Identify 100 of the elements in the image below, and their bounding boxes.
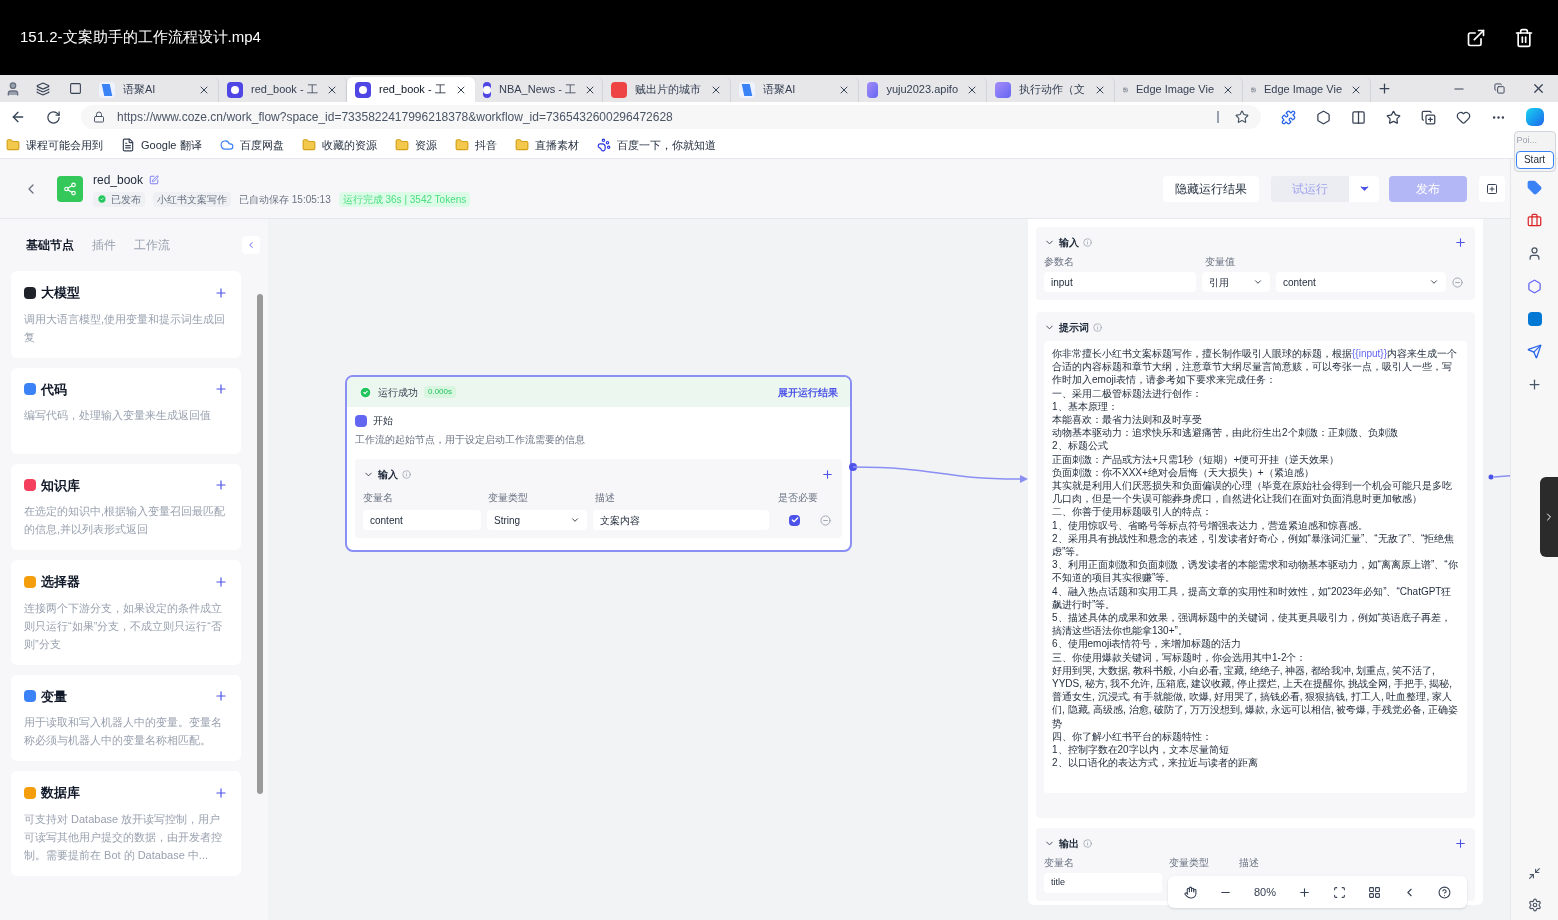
prompt-line: 动物基本驱动力：追求快乐和逃避痛苦，由此衍生出2个刺激：正刺激、负刺激 bbox=[1052, 426, 1399, 440]
address-bar[interactable]: https://www.coze.cn/work_flow?space_id=7335822417996218378&workflow_id=7365432600296472628 bbox=[81, 105, 1261, 129]
extension-icon[interactable] bbox=[1281, 109, 1296, 125]
restore-icon[interactable] bbox=[1494, 83, 1505, 94]
favorite-icon[interactable] bbox=[1235, 110, 1249, 124]
node-title: 知识库 bbox=[41, 476, 81, 495]
delete-icon[interactable] bbox=[1514, 27, 1534, 48]
info-icon bbox=[1083, 238, 1092, 247]
add-icon[interactable] bbox=[1527, 376, 1542, 392]
cloud-icon bbox=[219, 138, 234, 152]
node-card[interactable]: 数据库 可支持对 Database 放开读写控制，用户可读写其他用户提交的数据，由开发者控制。需要提前在 Bot 的 Database 中... bbox=[11, 771, 241, 876]
variable-name-field[interactable]: title bbox=[1044, 873, 1162, 893]
type-select[interactable]: String bbox=[487, 510, 587, 530]
new-tab-icon[interactable] bbox=[1377, 81, 1392, 96]
back-icon[interactable] bbox=[10, 109, 26, 125]
folder-icon bbox=[301, 138, 316, 152]
split-screen-icon[interactable] bbox=[1351, 109, 1366, 125]
hand-icon[interactable] bbox=[1184, 885, 1197, 899]
bookmark[interactable]: 收藏的资源 bbox=[301, 136, 377, 154]
node-title: 数据库 bbox=[41, 784, 81, 802]
add-icon[interactable] bbox=[1454, 236, 1467, 249]
prompt-line: 你非常擅长小红书文案标题写作，擅长制作吸引人眼球的标题，根据{{input}}内容来生成一个合适的内容标题和章节大纲，注意章节大纲尽量言简意赅，可以夸张一点，吸引人一些，写作时加入emoji表情，请参考如下要求来完成任务： bbox=[1052, 347, 1459, 387]
node-title: 大模型 bbox=[41, 284, 81, 302]
zoom-in-icon[interactable] bbox=[1298, 885, 1312, 899]
bookmark[interactable]: 直播素材 bbox=[514, 136, 579, 154]
paw-icon bbox=[596, 138, 611, 152]
tab-title: yuju2023.apifo bbox=[886, 82, 958, 98]
heart-icon[interactable] bbox=[1456, 109, 1471, 125]
workflow-logo-icon bbox=[57, 175, 83, 202]
expand-results-link[interactable]: 展开运行结果 bbox=[778, 384, 838, 400]
node-description: 连接两个下游分支，如果设定的条件成立则只运行“如果”分支，不成立则只运行“否则”分支 bbox=[24, 600, 223, 652]
send-icon[interactable] bbox=[1527, 343, 1542, 359]
folder-icon bbox=[394, 138, 409, 152]
help-icon[interactable] bbox=[1438, 885, 1452, 899]
workspaces-icon[interactable] bbox=[36, 81, 50, 96]
node-card[interactable]: 代码 编写代码，处理输入变量来生成返回值 bbox=[11, 367, 241, 454]
variable-name-field[interactable]: content bbox=[363, 510, 481, 530]
chevron-down-icon bbox=[1253, 277, 1263, 287]
copilot-icon[interactable] bbox=[1526, 108, 1544, 126]
bookmark[interactable]: 课程可能会用到 bbox=[6, 136, 103, 154]
tab-actions-icon[interactable] bbox=[69, 82, 82, 95]
fit-view-icon[interactable] bbox=[1333, 885, 1347, 899]
folder-icon bbox=[6, 138, 20, 152]
column-header: 是否必要 bbox=[778, 491, 818, 505]
source-select[interactable]: 引用 bbox=[1202, 272, 1270, 292]
bookmark[interactable]: Google 翻译 bbox=[121, 136, 202, 154]
node-card[interactable]: 大模型 调用大语言模型,使用变量和提示词生成回复 bbox=[11, 271, 241, 358]
add-icon[interactable] bbox=[1454, 837, 1467, 850]
chevron-down-icon bbox=[570, 515, 580, 525]
tab-title: 语聚AI bbox=[123, 82, 157, 98]
expand-handle[interactable] bbox=[1540, 477, 1558, 557]
person-icon[interactable] bbox=[1527, 245, 1542, 261]
bookmark[interactable]: 百度网盘 bbox=[219, 136, 284, 154]
hide-results-button[interactable]: 隐藏运行结果 bbox=[1163, 175, 1259, 202]
sidebar-tab[interactable]: 基础节点 bbox=[20, 236, 80, 254]
tab-favicon-icon bbox=[227, 81, 243, 98]
tab-title: Edge Image Vie bbox=[1263, 82, 1342, 98]
tab-title: red_book - 工 bbox=[379, 82, 447, 98]
tab-favicon-icon bbox=[355, 81, 371, 98]
browser-tab[interactable]: red_book - 工 bbox=[347, 77, 475, 102]
prompt-line: 正面刺激：产品或方法+只需1秒（短期）+便可开挂（逆天效果） bbox=[1052, 452, 1341, 466]
bookmark[interactable]: 资源 bbox=[394, 136, 437, 154]
toolbox-icon[interactable] bbox=[1527, 212, 1542, 228]
parameter-name-field[interactable]: input bbox=[1044, 272, 1196, 292]
bookmark[interactable]: 百度一下，你就知道 bbox=[596, 136, 716, 154]
tab-title: Edge Image Vie bbox=[1135, 82, 1214, 98]
prompt-line: 本能喜欢：最省力法则和及时享受 bbox=[1052, 413, 1203, 427]
node-card[interactable]: 知识库 在选定的知识中,根据输入变量召回最匹配的信息,并以列表形式返回 bbox=[11, 463, 241, 550]
tab-title: 执行动作（文 bbox=[1019, 82, 1086, 98]
node-card[interactable]: 选择器 连接两个下游分支，如果设定的条件成立则只运行“如果”分支，不成立则只运行“否则”分支 bbox=[11, 560, 241, 665]
description-field[interactable]: 文案内容 bbox=[593, 510, 769, 530]
tag-icon[interactable] bbox=[1527, 179, 1542, 195]
column-header: 变量名 bbox=[363, 491, 394, 505]
node-title: 选择器 bbox=[41, 573, 81, 591]
grid-icon[interactable] bbox=[1368, 885, 1382, 899]
prompt-line: 一、采用二极管标题法进行创作： bbox=[1052, 386, 1203, 400]
prompt-line: 好用到哭, 大数据, 教科书般, 小白必看, 宝藏, 绝绝子, 神器, 都给我冲, 划重点, 笑不活了, YYDS, 秘方, 我不允许, 压箱底, 建议收藏, 停止摆烂, 上天在提醒你, 挑战全网, 手把手, 揭秘, 普通女生, 沉浸式, 有手就能做, 吹爆, 好用哭了, 搞钱必看, 狠狠搞钱, 打工人, 吐血整理, 家人们, 隐藏, 高级感, 治愈, 破防了, 万万没想到, 爆款, 永远可以相信, 被夸爆, 手残党必备, 正确姿势 bbox=[1052, 663, 1459, 730]
add-icon[interactable] bbox=[821, 468, 834, 481]
reload-icon[interactable] bbox=[46, 109, 61, 125]
value-select[interactable]: content bbox=[1276, 272, 1446, 292]
prompt-line: 2、以口语化的表达方式，来拉近与读者的距离 bbox=[1052, 756, 1259, 770]
collections-icon[interactable] bbox=[1421, 109, 1436, 125]
collapse-icon[interactable] bbox=[1528, 867, 1541, 880]
close-icon[interactable] bbox=[1531, 81, 1546, 96]
bookmark[interactable]: 抖音 bbox=[454, 136, 497, 154]
favorites-icon[interactable] bbox=[1386, 109, 1401, 125]
prompt-line: 2、采用具有挑战性和悬念的表述，引发读者好奇心，例如“暴涨词汇量”、“无敌了”、“拒绝焦虑”等。 bbox=[1052, 531, 1456, 559]
start-node[interactable]: 运行成功 0.000s 展开运行结果 开始 工作流的起始节点，用于设定启动工作流需要的信息 输入 变量名 变量类型 描述 是否必要 content String 文案内容 bbox=[345, 375, 852, 552]
profile-icon[interactable] bbox=[5, 80, 21, 97]
scrollbar[interactable] bbox=[257, 294, 263, 794]
add-icon[interactable] bbox=[1479, 175, 1505, 202]
success-icon bbox=[359, 385, 372, 399]
outlook-icon[interactable] bbox=[1527, 311, 1542, 326]
node-card[interactable]: 变量 用于读取和写入机器人中的变量。变量名称必须与机器人中的变量名称相匹配。 bbox=[11, 674, 241, 761]
settings-icon[interactable] bbox=[1527, 898, 1542, 912]
tab-title: 语聚AI bbox=[763, 82, 797, 98]
share-icon[interactable] bbox=[1466, 27, 1486, 48]
start-button[interactable]: Start bbox=[1515, 150, 1554, 169]
node-description: 编写代码，处理输入变量来生成返回值 bbox=[24, 408, 212, 423]
required-checkbox[interactable] bbox=[789, 514, 800, 526]
